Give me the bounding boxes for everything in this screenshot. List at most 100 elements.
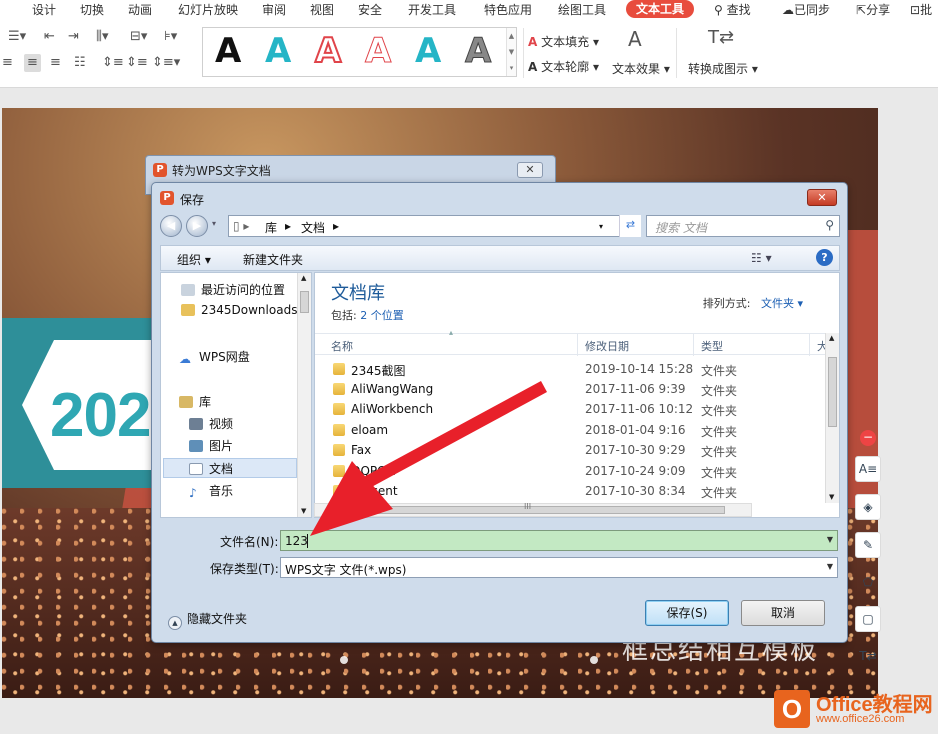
menu-security[interactable]: 安全 [358,1,382,18]
column-name[interactable]: 名称 [331,338,353,354]
tree-item-2345downloads[interactable]: 2345Downloads [181,303,297,317]
filename-input[interactable]: 123 ▼ [280,530,838,551]
filetype-select[interactable]: WPS文字 文件(*.wps) ▼ [280,557,838,578]
file-row[interactable]: eloam 2018-01-04 9:16 文件夹 [315,420,827,440]
tree-item-recent[interactable]: 最近访问的位置 [181,281,285,298]
text-outline-button[interactable]: A 文本轮廓 ▾ [528,58,599,75]
menu-features[interactable]: 特色应用 [484,1,532,18]
column-date[interactable]: 修改日期 [585,338,629,354]
menu-text-tools[interactable]: 文本工具 [626,0,695,18]
arrange-by-dropdown[interactable]: 文件夹 ▾ [761,297,803,310]
bullet-list-icon[interactable]: ☰▾ [8,30,26,44]
organize-button[interactable]: 组织 ▾ [177,251,211,268]
menu-review[interactable]: 审阅 [262,1,286,18]
columns-icon[interactable]: ⫼▾ [96,30,109,44]
text-style-black[interactable]: A [215,31,241,71]
new-folder-button[interactable]: 新建文件夹 [243,251,303,268]
text-convert-icon[interactable]: T⇄ [855,644,881,670]
file-row[interactable]: AliWangWang 2017-11-06 9:39 文件夹 [315,379,827,399]
text-style-teal-2[interactable]: A [415,31,441,71]
hide-folders-toggle[interactable]: ▲ 隐藏文件夹 [168,610,247,630]
convert-diagram-button[interactable]: 转换成图示 ▾ [688,60,758,77]
column-divider[interactable] [809,334,810,356]
column-type[interactable]: 类型 [701,338,723,354]
save-dialog-close-button[interactable]: ✕ [807,189,837,206]
text-style-red-thin[interactable]: A [364,31,391,72]
column-divider[interactable] [577,334,578,356]
scroll-down-icon[interactable]: ▼ [301,507,306,515]
file-row[interactable]: Fax 2017-10-30 9:29 文件夹 [315,440,827,460]
help-icon[interactable]: ? [816,249,833,266]
chevron-down-icon[interactable]: ▼ [827,562,833,571]
refresh-icon[interactable]: ⇄ [619,215,641,237]
text-style-gray[interactable]: A [464,31,491,72]
frame-icon[interactable]: ▢ [855,606,881,632]
paragraph-spacing-icon[interactable]: ⇕≡ [126,56,148,70]
justify-icon[interactable]: ☷ [74,56,86,70]
address-bar[interactable]: ▯ ▸ 库 ▸ 文档 ▸ ▾ [228,215,641,237]
menu-design[interactable]: 设计 [32,1,56,18]
gallery-scroll[interactable]: ▲ ▼ ▾ [506,28,516,76]
recent-dropdown-icon[interactable]: ▾ [212,219,216,228]
text-direction-icon[interactable]: ⊟▾ [130,30,147,44]
text-style-red-outline[interactable]: A [314,30,342,72]
slide-year-text[interactable]: 202 [50,380,151,451]
cancel-button[interactable]: 取消 [741,600,825,626]
menu-drawing-tools[interactable]: 绘图工具 [558,1,606,18]
indent-icon[interactable]: ⇥ [68,30,79,44]
text-style-teal[interactable]: A [265,31,291,71]
menu-developer[interactable]: 开发工具 [408,1,456,18]
menu-view[interactable]: 视图 [310,1,334,18]
tree-item-music[interactable]: ♪ 音乐 [189,482,233,499]
fill-bucket-icon[interactable]: ⬠ [855,570,881,596]
menu-transition[interactable]: 切换 [80,1,104,18]
forward-icon[interactable]: ▶ [186,215,208,237]
file-row[interactable]: Tencent 2017-10-30 8:34 文件夹 [315,481,827,501]
text-fill-button[interactable]: A 文本填充 ▾ [528,33,599,50]
align-center-icon[interactable]: ≡ [24,54,41,72]
search-box[interactable]: 搜索 文档 ⚲ [646,215,840,237]
file-row[interactable]: QQPCM 2017-10-24 9:09 文件夹 [315,461,827,481]
scroll-up-icon[interactable]: ▲ [301,274,306,282]
collapse-icon[interactable]: − [860,430,876,446]
tree-item-documents[interactable]: 文档 [189,460,233,477]
address-segment-documents[interactable]: 文档 [301,219,325,236]
tree-item-wps-cloud[interactable]: ☁ WPS网盘 [179,348,250,365]
convert-dialog-close-button[interactable]: ✕ [517,162,543,178]
menu-comment[interactable]: ⊡批 [910,1,932,18]
scroll-down-icon[interactable]: ▼ [829,493,834,501]
pen-icon[interactable]: ✎ [855,532,881,558]
menu-find[interactable]: ⚲ 查找 [714,1,751,18]
text-effect-button[interactable]: 文本效果 ▾ [612,60,670,77]
scroll-thumb[interactable] [300,291,309,313]
scroll-up-icon[interactable]: ▲ [829,334,834,342]
file-list-hscrollbar[interactable]: III [314,502,752,517]
back-icon[interactable]: ◀ [160,215,182,237]
menu-sync[interactable]: ☁已同步 [782,1,830,18]
menu-animation[interactable]: 动画 [128,1,152,18]
tree-item-library[interactable]: 库 [179,393,211,410]
save-button[interactable]: 保存(S) [645,600,729,626]
file-row[interactable]: 2345截图 2019-10-14 15:28 文件夹 [315,359,827,379]
tree-item-videos[interactable]: 视频 [189,415,233,432]
align-right-icon[interactable]: ≡ [50,56,61,70]
file-list-scrollbar[interactable]: ▲ ▼ [825,333,839,503]
menu-share[interactable]: ⇱分享 [856,1,890,18]
text-format-icon[interactable]: A≡ [855,456,881,482]
file-row[interactable]: AliWorkbench 2017-11-06 10:12 文件夹 [315,399,827,419]
align-left-icon[interactable]: ≡ [2,56,13,70]
align-text-icon[interactable]: ⊧▾ [164,30,177,44]
menu-slideshow[interactable]: 幻灯片放映 [178,1,238,18]
tree-item-pictures[interactable]: 图片 [189,437,233,454]
address-dropdown-icon[interactable]: ▾ [599,222,603,231]
outdent-icon[interactable]: ⇤ [44,30,55,44]
column-divider[interactable] [693,334,694,356]
navigation-scrollbar[interactable]: ▲ ▼ [297,273,311,517]
address-segment-library[interactable]: 库 [265,219,277,236]
spacing-menu-icon[interactable]: ⇕≡▾ [152,56,180,70]
layers-icon[interactable]: ◈ [855,494,881,520]
line-spacing-icon[interactable]: ⇕≡ [102,56,124,70]
scroll-thumb[interactable] [828,357,837,427]
chevron-down-icon[interactable]: ▼ [827,535,833,544]
view-options-icon[interactable]: ☷ ▾ [751,251,772,265]
